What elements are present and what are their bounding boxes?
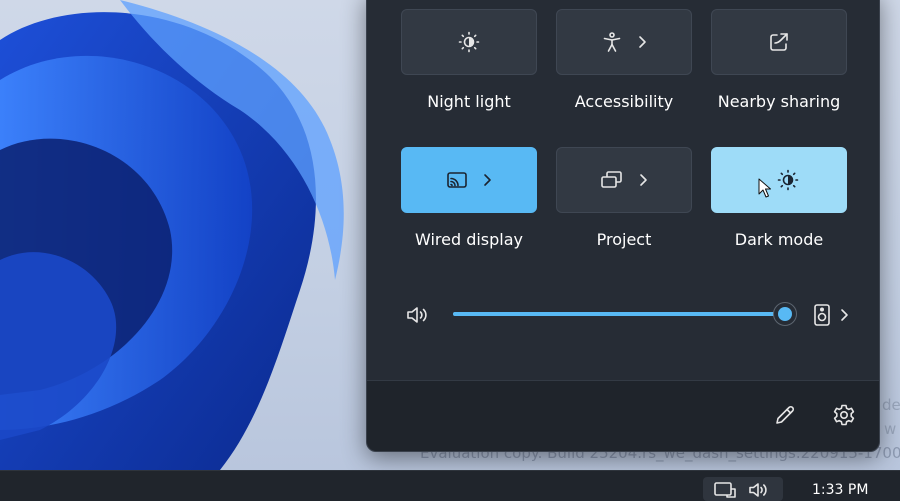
watermark-fragment: de bbox=[882, 396, 900, 414]
chevron-right-icon bbox=[484, 174, 491, 186]
watermark-fragment: w bbox=[884, 420, 897, 438]
speaker-icon[interactable] bbox=[405, 304, 431, 326]
dark-mode-toggle[interactable] bbox=[711, 147, 847, 213]
mouse-cursor-icon bbox=[758, 178, 771, 198]
accessibility-icon bbox=[603, 32, 621, 52]
chevron-right-icon bbox=[841, 309, 848, 321]
taskbar: 1:33 PM bbox=[0, 470, 900, 501]
volume-slider-thumb-dot bbox=[778, 307, 792, 321]
accessibility-toggle[interactable] bbox=[556, 9, 692, 75]
network-icon bbox=[714, 482, 736, 498]
bloom-wallpaper-graphic bbox=[0, 0, 344, 470]
brightness-icon bbox=[777, 169, 799, 191]
volume-row bbox=[367, 291, 879, 341]
gear-icon[interactable] bbox=[832, 403, 856, 427]
audio-device-icon bbox=[814, 304, 830, 326]
night-light-toggle[interactable] bbox=[401, 9, 537, 75]
quick-settings-panel: Night light Accessibility Nearby sharing bbox=[366, 0, 880, 452]
tile-label-dark-mode: Dark mode bbox=[734, 230, 824, 249]
brightness-icon bbox=[458, 31, 480, 53]
tile-label-project: Project bbox=[596, 230, 652, 249]
quick-settings-footer bbox=[367, 380, 879, 451]
tile-label-nearby-sharing: Nearby sharing bbox=[717, 92, 841, 111]
share-icon bbox=[770, 33, 788, 51]
project-icon bbox=[601, 171, 622, 188]
tile-label-night-light: Night light bbox=[427, 92, 511, 111]
tile-label-accessibility: Accessibility bbox=[574, 92, 674, 111]
pencil-icon[interactable] bbox=[773, 403, 797, 427]
volume-slider-track[interactable] bbox=[453, 312, 785, 316]
cast-icon bbox=[447, 172, 467, 188]
volume-slider-fill bbox=[453, 312, 785, 316]
nearby-sharing-toggle[interactable] bbox=[711, 9, 847, 75]
project-toggle[interactable] bbox=[556, 147, 692, 213]
tile-label-wired-display: Wired display bbox=[414, 230, 524, 249]
chevron-right-icon bbox=[640, 174, 647, 186]
audio-output-button[interactable] bbox=[813, 303, 849, 327]
volume-icon bbox=[749, 483, 767, 497]
system-tray-button[interactable] bbox=[703, 477, 783, 501]
volume-slider-thumb[interactable] bbox=[773, 302, 797, 326]
wired-display-toggle[interactable] bbox=[401, 147, 537, 213]
taskbar-clock[interactable]: 1:33 PM bbox=[812, 482, 868, 498]
chevron-right-icon bbox=[639, 36, 646, 48]
